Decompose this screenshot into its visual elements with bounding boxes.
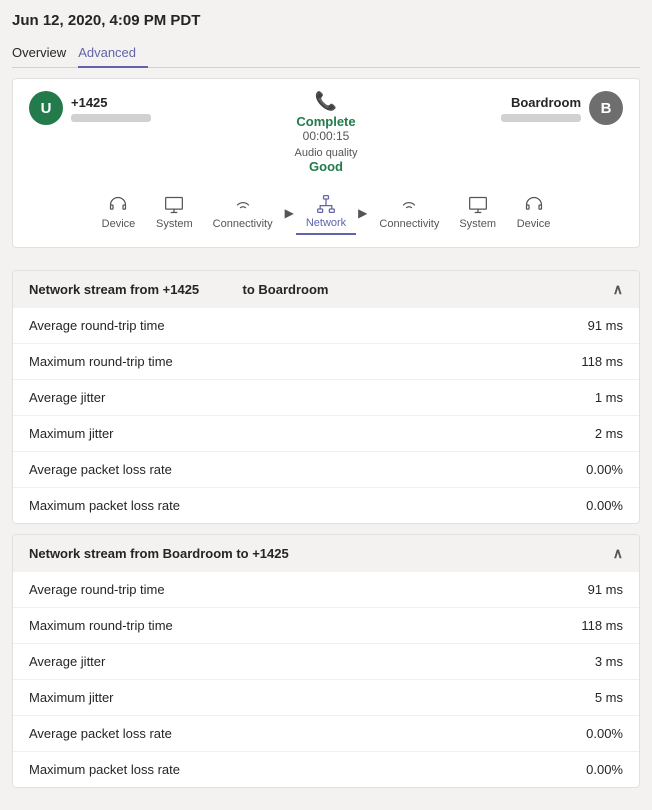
monitor-icon-right xyxy=(468,195,488,215)
row-label: Average jitter xyxy=(29,654,105,669)
headset-icon-left xyxy=(108,195,128,215)
call-duration: 00:00:15 xyxy=(303,129,350,143)
row-label: Maximum packet loss rate xyxy=(29,762,180,777)
icon-connectivity-right[interactable]: Connectivity xyxy=(369,191,449,234)
row-value: 118 ms xyxy=(581,618,623,633)
icon-system-left-label: System xyxy=(156,218,193,230)
row-label: Average packet loss rate xyxy=(29,462,172,477)
stream-header-1[interactable]: Network stream from +1425 to Boardroom ∧ xyxy=(13,271,639,308)
table-row: Maximum jitter 2 ms xyxy=(13,415,639,451)
headset-icon-right xyxy=(524,195,544,215)
icon-network[interactable]: Network xyxy=(296,190,356,235)
call-status: Complete xyxy=(296,114,355,129)
timestamp: Jun 12, 2020, 4:09 PM PDT xyxy=(12,12,640,29)
icon-system-left[interactable]: System xyxy=(146,191,203,234)
network-icons-bar: Device System Connectivity ▶ xyxy=(29,186,623,235)
arrow-right: ▶ xyxy=(283,206,296,220)
row-value: 0.00% xyxy=(586,726,623,741)
icon-connectivity-right-label: Connectivity xyxy=(379,218,439,230)
stream-title-2: Network stream from Boardroom to +1425 xyxy=(29,546,307,561)
icon-device-right[interactable]: Device xyxy=(506,191,561,234)
cursor-area xyxy=(12,258,640,270)
row-label: Maximum packet loss rate xyxy=(29,498,180,513)
tab-overview[interactable]: Overview xyxy=(12,39,78,68)
row-value: 1 ms xyxy=(595,390,623,405)
wifi-icon-left xyxy=(233,195,253,215)
table-row: Average packet loss rate 0.00% xyxy=(13,451,639,487)
row-value: 0.00% xyxy=(586,498,623,513)
avatar-right: B xyxy=(589,91,623,125)
phone-icon: 📞 xyxy=(315,91,337,112)
wifi-icon-right xyxy=(399,195,419,215)
row-label: Maximum jitter xyxy=(29,426,114,441)
row-value: 91 ms xyxy=(588,318,623,333)
audio-quality: Good xyxy=(309,159,343,174)
icon-device-right-label: Device xyxy=(517,218,551,230)
participant-left-sub xyxy=(71,114,151,122)
icon-device-left[interactable]: Device xyxy=(91,191,146,234)
table-row: Maximum packet loss rate 0.00% xyxy=(13,487,639,523)
icon-connectivity-left[interactable]: Connectivity xyxy=(203,191,283,234)
table-row: Average jitter 1 ms xyxy=(13,379,639,415)
participant-left-phone: +1425 xyxy=(71,95,151,110)
icon-network-label: Network xyxy=(306,217,346,229)
row-label: Average jitter xyxy=(29,390,105,405)
row-value: 0.00% xyxy=(586,462,623,477)
network-icon xyxy=(316,194,336,214)
monitor-icon-left xyxy=(164,195,184,215)
call-card: U +1425 📞 Complete 00:00:15 Audio qualit… xyxy=(12,78,640,248)
icon-system-right[interactable]: System xyxy=(449,191,506,234)
tab-advanced[interactable]: Advanced xyxy=(78,39,148,68)
icon-device-left-label: Device xyxy=(102,218,136,230)
stream-title-1: Network stream from +1425 to Boardroom xyxy=(29,282,328,297)
stream-section-2: Network stream from Boardroom to +1425 ∧… xyxy=(12,534,640,788)
row-label: Average packet loss rate xyxy=(29,726,172,741)
participant-left-info: +1425 xyxy=(71,95,151,122)
participant-left: U +1425 xyxy=(29,91,151,125)
table-row: Maximum round-trip time 118 ms xyxy=(13,607,639,643)
table-row: Average round-trip time 91 ms xyxy=(13,572,639,607)
tabs-bar: Overview Advanced xyxy=(12,39,640,68)
table-row: Average packet loss rate 0.00% xyxy=(13,715,639,751)
call-participants: U +1425 📞 Complete 00:00:15 Audio qualit… xyxy=(29,91,623,174)
table-row: Maximum jitter 5 ms xyxy=(13,679,639,715)
stream-header-2[interactable]: Network stream from Boardroom to +1425 ∧ xyxy=(13,535,639,572)
row-label: Maximum jitter xyxy=(29,690,114,705)
call-center: 📞 Complete 00:00:15 Audio quality Good xyxy=(151,91,501,174)
participant-right-sub xyxy=(501,114,581,122)
icon-system-right-label: System xyxy=(459,218,496,230)
participant-right-info: Boardroom xyxy=(501,95,581,122)
table-row: Maximum round-trip time 118 ms xyxy=(13,343,639,379)
chevron-up-1[interactable]: ∧ xyxy=(613,281,623,298)
row-value: 5 ms xyxy=(595,690,623,705)
participant-right: B Boardroom xyxy=(501,91,623,125)
row-label: Average round-trip time xyxy=(29,318,165,333)
audio-quality-label: Audio quality xyxy=(295,147,358,159)
avatar-left: U xyxy=(29,91,63,125)
row-label: Average round-trip time xyxy=(29,582,165,597)
icon-connectivity-left-label: Connectivity xyxy=(213,218,273,230)
row-label: Maximum round-trip time xyxy=(29,618,173,633)
arrow-right-2: ▶ xyxy=(356,206,369,220)
stream-section-1: Network stream from +1425 to Boardroom ∧… xyxy=(12,270,640,524)
row-value: 3 ms xyxy=(595,654,623,669)
page-wrapper: Jun 12, 2020, 4:09 PM PDT Overview Advan… xyxy=(0,0,652,810)
row-value: 91 ms xyxy=(588,582,623,597)
table-row: Average jitter 3 ms xyxy=(13,643,639,679)
table-row: Average round-trip time 91 ms xyxy=(13,308,639,343)
row-value: 0.00% xyxy=(586,762,623,777)
stream-table-1: Average round-trip time 91 ms Maximum ro… xyxy=(13,308,639,523)
row-value: 118 ms xyxy=(581,354,623,369)
row-label: Maximum round-trip time xyxy=(29,354,173,369)
chevron-up-2[interactable]: ∧ xyxy=(613,545,623,562)
participant-right-name: Boardroom xyxy=(501,95,581,110)
stream-table-2: Average round-trip time 91 ms Maximum ro… xyxy=(13,572,639,787)
row-value: 2 ms xyxy=(595,426,623,441)
